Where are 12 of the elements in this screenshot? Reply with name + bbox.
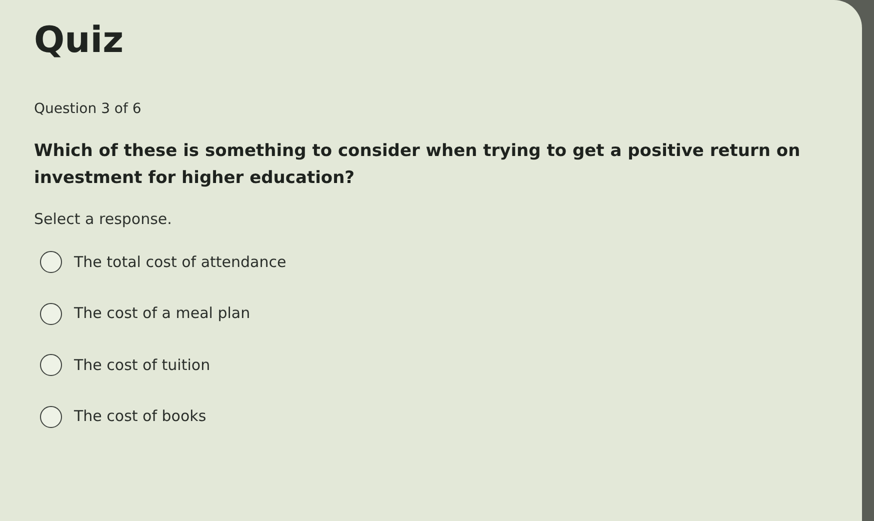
answer-option[interactable]: The cost of a meal plan	[40, 302, 250, 325]
quiz-title: Quiz	[34, 19, 125, 63]
answer-option[interactable]: The cost of tuition	[40, 354, 210, 376]
question-counter: Question 3 of 6	[34, 100, 142, 119]
radio-button[interactable]	[40, 354, 62, 376]
radio-button[interactable]	[40, 251, 62, 274]
radio-button[interactable]	[40, 406, 62, 428]
radio-button[interactable]	[40, 302, 62, 325]
instruction-text: Select a response.	[34, 209, 173, 230]
answer-option[interactable]: The cost of books	[40, 405, 206, 428]
question-text: Which of these is something to consider when trying to get a positive return on investment for higher education?	[34, 140, 802, 190]
answer-option[interactable]: The total cost of attendance	[40, 250, 286, 274]
